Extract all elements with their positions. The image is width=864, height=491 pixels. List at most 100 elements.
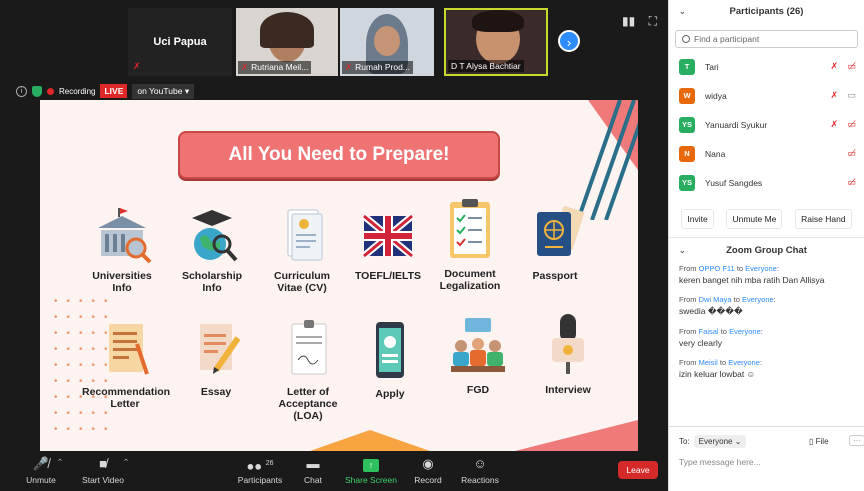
item-essay: Essay [176,320,256,398]
sender-name[interactable]: Faisal [699,327,719,336]
leave-button[interactable]: Leave [618,461,658,479]
participant-row[interactable]: Wwidya ✗ ▭ [669,81,864,110]
participant-row-name: widya [705,90,727,101]
recipient-name[interactable]: Everyone [729,327,761,336]
essay-pencil-icon [200,324,241,374]
hair-image [472,10,524,32]
video-off-icon: ▭̸ [847,61,856,71]
invite-button[interactable]: Invite [681,209,714,229]
live-badge[interactable]: LIVE [100,84,128,98]
to-word: to [720,327,727,336]
chat-message-input[interactable]: Type message here... [679,457,761,467]
share-screen-button[interactable]: ↑ Share Screen [344,455,398,485]
chat-messages: From OPPO F11 to Everyone: keren banget n… [669,264,864,379]
more-options-button[interactable]: ··· [849,435,864,446]
from-word: From [679,264,697,273]
shared-slide: ••••• ••••• ••••• ••••• ••••• ••••• ••••• •••••… [40,100,638,451]
fullscreen-icon[interactable]: ⛶ [649,14,657,28]
video-options-caret[interactable]: ⌃ [118,457,134,468]
item-fgd: FGD [438,316,518,396]
participant-row[interactable]: N Nana ▭̸ [669,139,864,168]
video-off-icon: ▭̸ [847,119,856,129]
unmute-me-button[interactable]: Unmute Me [726,209,783,229]
chat-button[interactable]: ▬ Chat [296,455,330,485]
sender-name[interactable]: OPPO F11 [699,264,735,273]
cv-document-icon [287,209,323,261]
muted-mic-icon[interactable]: ✗ [830,119,838,130]
collapse-chevron-icon[interactable]: ⌄ [679,238,686,264]
university-icon [98,208,152,264]
recording-bar: i Recording LIVE on YouTube ▾ [16,82,195,100]
microphone-icon [552,314,584,374]
live-stream-dropdown[interactable]: on YouTube ▾ [132,83,195,99]
slide-corner-decoration [576,100,638,220]
video-strip: Uci Papua ✗ ✗ Rutriana Meil... ✗ Rumah Pro… [0,0,668,78]
avatar: N [679,145,695,162]
sender-name[interactable]: Meisil [699,358,718,367]
chat-recipient-select[interactable]: To: Everyone ⌄ [679,435,747,448]
next-videos-button[interactable]: › [558,30,580,52]
item-interview: Interview [528,312,608,396]
muted-mic-icon[interactable]: ✗ [830,61,838,72]
item-recommendation-letter: Recommendation Letter [82,320,170,410]
participant-row-name: Yusuf Sangdes [705,177,763,188]
record-button[interactable]: ◉ Record [410,455,446,485]
raise-hand-button[interactable]: Raise Hand [795,209,852,229]
video-tile-uci-papua[interactable]: Uci Papua ✗ [128,8,232,76]
participant-row[interactable]: YS Yanuardi Syukur ✗ ▭̸ [669,110,864,139]
item-label: Universities [92,270,152,282]
participant-row[interactable]: YS Yusuf Sangdes ▭̸ [669,168,864,197]
hijab-image [260,12,314,48]
recipient-value: Everyone [698,437,733,446]
recording-dot-icon [47,87,54,95]
participants-count: 26 [265,460,274,467]
recipient-name[interactable]: Everyone [745,264,777,273]
view-controls: ▮▮ ⛶ [622,14,657,29]
item-label: Letter [110,398,140,410]
avatar: W [679,87,695,104]
recipient-name[interactable]: Everyone [728,358,760,367]
participant-row-name: Nana [705,148,726,159]
file-icon: ▯ [809,437,814,446]
video-tile-alysa-bachtiar[interactable]: D T Alysa Bachtiar [444,8,548,76]
view-mode-icon[interactable]: ▮▮ [622,14,635,28]
security-shield-icon[interactable] [32,85,42,97]
avatar: T [679,58,695,75]
face-image [374,26,400,56]
participant-search-input[interactable]: Find a participant [675,30,858,48]
item-label: Vitae (CV) [277,282,327,294]
share-screen-icon: ↑ [344,455,398,473]
participants-button[interactable]: ●● 26 Participants [234,455,286,485]
chat-header: ⌄ Zoom Group Chat [669,238,864,264]
participants-label: Participants [237,475,283,485]
to-word: to [736,264,744,273]
video-off-icon: ▭̸ [847,177,856,187]
video-tile-rumah-prod[interactable]: ✗ Rumah Prod... [340,8,434,76]
participant-row[interactable]: T Tari ✗ ▭̸ [669,52,864,81]
muted-mic-icon[interactable]: ✗ [830,90,838,101]
participants-icon: ●● 26 [246,458,274,474]
to-label: To: [679,437,690,446]
video-tile-rutriana[interactable]: ✗ Rutriana Meil... [236,8,338,76]
chat-label: Chat [304,475,322,485]
audio-options-caret[interactable]: ⌃ [52,457,68,468]
message-text: izin keluar lowbat ☺ [679,369,756,379]
item-label: (LOA) [293,410,323,422]
info-icon[interactable]: i [16,85,27,97]
collapse-chevron-icon[interactable]: ⌄ [679,0,686,24]
sender-name[interactable]: Dwi Maya [699,295,732,304]
chat-title: Zoom Group Chat [726,245,807,256]
item-curriculum-vitae: Curriculum Vitae (CV) [262,208,342,294]
participant-name: D T Alysa Bachtiar [451,61,521,71]
reactions-button[interactable]: ☺ Reactions [458,455,502,485]
to-word: to [719,358,727,367]
live-stream-label: on YouTube [137,85,183,96]
start-video-label: Start Video [82,475,124,485]
chat-message: From Faisal to Everyone: very clearly [669,327,864,348]
from-word: From [679,327,697,336]
file-button[interactable]: ▯ File [809,437,829,446]
item-toefl-ielts: TOEFL/IELTS [348,208,428,282]
item-document-legalization: Document Legalization [430,198,510,292]
side-panel: ⌄ Participants (26) Find a participant TT… [668,0,864,491]
recipient-name[interactable]: Everyone [742,295,774,304]
